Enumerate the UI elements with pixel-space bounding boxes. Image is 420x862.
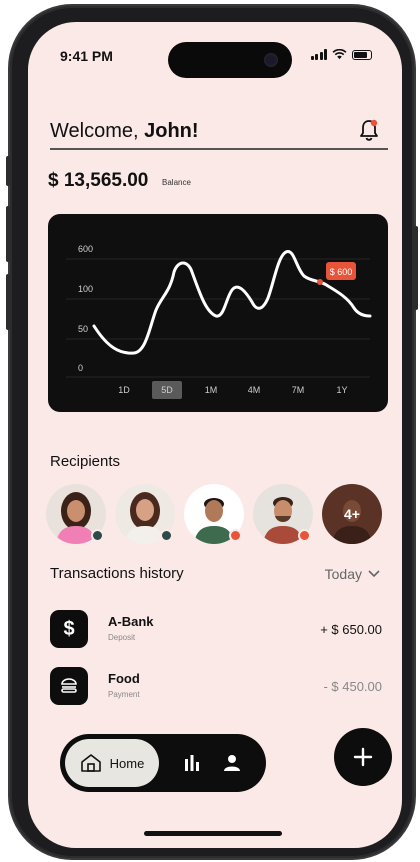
y-tick-label: 50 bbox=[78, 324, 88, 334]
welcome-username: John! bbox=[144, 120, 199, 142]
range-4m[interactable]: 4M bbox=[248, 385, 261, 395]
transaction-amount: - $ 450.00 bbox=[323, 679, 382, 694]
range-1m[interactable]: 1M bbox=[205, 385, 218, 395]
plus-icon bbox=[353, 747, 373, 767]
burger-icon bbox=[50, 667, 88, 705]
power-button bbox=[414, 226, 418, 310]
recipient-status-dot bbox=[160, 529, 173, 542]
transactions-filter-dropdown[interactable]: Today bbox=[325, 566, 380, 582]
chart-gridlines bbox=[66, 258, 370, 378]
y-tick-label: 0 bbox=[78, 363, 83, 373]
camera-icon bbox=[264, 53, 278, 67]
tooltip-label: $ 600 bbox=[330, 267, 353, 277]
transaction-name: Food bbox=[108, 671, 140, 686]
recipient-avatar-3[interactable] bbox=[184, 484, 244, 544]
profile-icon[interactable] bbox=[220, 751, 244, 775]
status-icons bbox=[310, 49, 372, 60]
recipient-status-dot bbox=[298, 529, 311, 542]
app-screen: 9:41 PM Welcome, John! $ 13,565.00 Balan… bbox=[28, 22, 402, 848]
range-7m[interactable]: 7M bbox=[292, 385, 305, 395]
transaction-row[interactable]: Food Payment - $ 450.00 bbox=[50, 667, 382, 707]
battery-icon bbox=[352, 50, 372, 60]
dynamic-island bbox=[168, 42, 292, 78]
recipient-status-dot bbox=[229, 529, 242, 542]
chevron-down-icon bbox=[368, 570, 380, 578]
transaction-row[interactable]: $ A-Bank Deposit + $ 650.00 bbox=[50, 610, 382, 650]
transaction-type: Deposit bbox=[108, 633, 136, 642]
stats-icon[interactable] bbox=[180, 751, 204, 775]
balance-chart: 600 100 50 0 $ 600 1D 5D 1M 4M 7M 1Y bbox=[48, 214, 388, 412]
transaction-type: Payment bbox=[108, 690, 140, 699]
balance-label: Balance bbox=[162, 178, 191, 187]
chart-svg: 600 100 50 0 $ 600 1D 5D 1M 4M 7M 1Y bbox=[66, 244, 372, 399]
y-tick-label: 100 bbox=[78, 284, 93, 294]
dollar-icon: $ bbox=[50, 610, 88, 648]
volume-up-button bbox=[6, 206, 10, 262]
side-button bbox=[6, 156, 10, 186]
signal-icon bbox=[310, 49, 327, 60]
balance-amount: $ 13,565.00 bbox=[48, 170, 149, 191]
home-indicator bbox=[144, 831, 282, 836]
home-icon bbox=[80, 754, 101, 772]
welcome-greeting: Welcome, bbox=[50, 120, 145, 142]
y-tick-label: 600 bbox=[78, 244, 93, 254]
recipients-title: Recipients bbox=[50, 453, 121, 470]
bell-icon[interactable] bbox=[358, 118, 380, 142]
range-5d[interactable]: 5D bbox=[161, 385, 173, 395]
transactions-filter-label: Today bbox=[324, 566, 362, 582]
recipient-status-dot bbox=[91, 529, 104, 542]
header-divider bbox=[50, 148, 388, 150]
transaction-name: A-Bank bbox=[108, 614, 154, 629]
volume-down-button bbox=[6, 274, 10, 330]
recipients-more-label: 4+ bbox=[344, 506, 360, 522]
highlight-point bbox=[317, 279, 323, 285]
wifi-icon bbox=[332, 49, 347, 60]
welcome-heading: Welcome, John! bbox=[50, 120, 199, 143]
recipient-avatar-2[interactable] bbox=[115, 484, 175, 544]
recipient-avatar-1[interactable] bbox=[46, 484, 106, 544]
transaction-amount: + $ 650.00 bbox=[320, 622, 382, 637]
range-1y[interactable]: 1Y bbox=[336, 385, 347, 395]
nav-home-button[interactable]: Home bbox=[65, 739, 159, 787]
status-time: 9:41 PM bbox=[60, 48, 113, 64]
recipient-avatar-4[interactable] bbox=[253, 484, 313, 544]
range-1d[interactable]: 1D bbox=[118, 385, 130, 395]
phone-frame: 9:41 PM Welcome, John! $ 13,565.00 Balan… bbox=[6, 6, 418, 858]
recipient-more-button[interactable]: 4+ bbox=[322, 484, 382, 544]
add-button[interactable] bbox=[334, 728, 392, 786]
transactions-title: Transactions history bbox=[50, 565, 184, 582]
nav-home-label: Home bbox=[109, 755, 145, 771]
recipients-list: 4+ bbox=[46, 484, 382, 544]
bottom-navbar: Home bbox=[60, 734, 266, 792]
